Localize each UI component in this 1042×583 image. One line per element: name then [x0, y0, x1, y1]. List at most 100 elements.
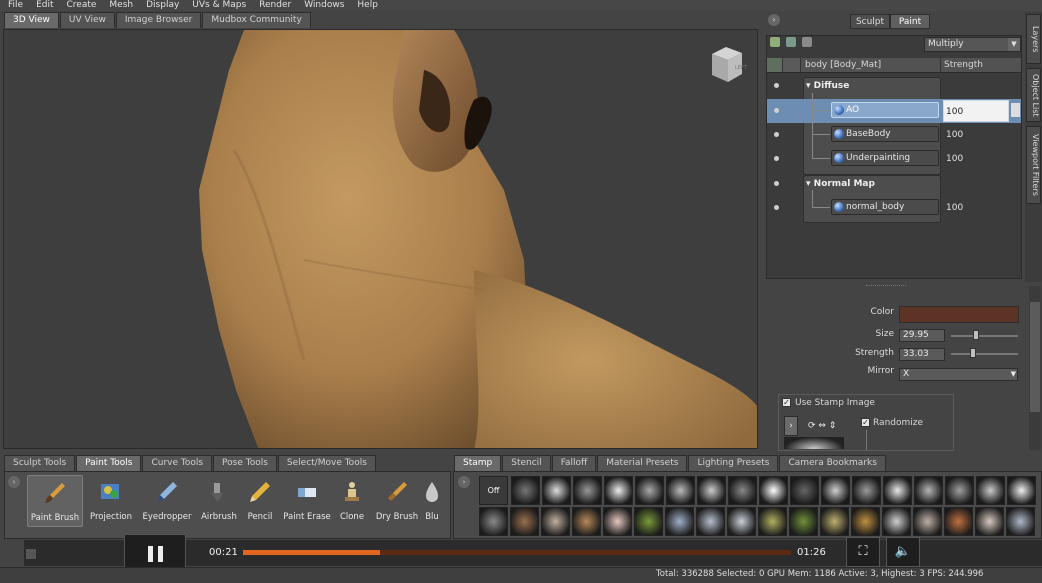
stamp-thumbnail[interactable]	[479, 507, 508, 536]
randomize-checkbox[interactable]: ✓	[861, 418, 870, 427]
view-cube[interactable]: LEFT	[704, 42, 748, 86]
tool-eyedropper[interactable]: Eyedropper	[139, 475, 195, 527]
tray-menu-icon[interactable]: ›	[458, 476, 470, 488]
delete-layer-icon[interactable]	[802, 37, 812, 47]
menu-render[interactable]: Render	[259, 0, 291, 11]
splitter-handle[interactable]	[866, 285, 906, 288]
strength-slider-thumb[interactable]	[970, 348, 977, 358]
tool-blur[interactable]: Blu	[415, 475, 449, 527]
menu-file[interactable]: File	[8, 0, 23, 11]
stamp-thumbnail[interactable]	[883, 476, 912, 505]
layer-chip-underpainting[interactable]: Underpainting	[831, 150, 939, 166]
stamp-thumbnail[interactable]	[728, 476, 757, 505]
tab-3d-view[interactable]: 3D View	[4, 12, 59, 28]
stamp-off[interactable]: Off	[479, 476, 508, 505]
properties-scrollbar[interactable]	[1029, 286, 1041, 450]
tool-paint-brush[interactable]: Paint Brush	[27, 475, 83, 527]
stamp-thumbnail[interactable]	[789, 507, 818, 536]
group-name-normal-map[interactable]: ▾ Normal Map	[806, 179, 875, 189]
stamp-thumbnail[interactable]	[604, 476, 633, 505]
tool-projection[interactable]: Projection	[83, 475, 139, 527]
visibility-dot-icon[interactable]	[774, 108, 779, 113]
new-layer-icon[interactable]	[770, 37, 780, 47]
strength-slider[interactable]	[951, 353, 1018, 355]
stamp-thumbnail[interactable]	[603, 507, 632, 536]
menu-windows[interactable]: Windows	[304, 0, 344, 11]
visibility-dot-icon[interactable]	[774, 205, 779, 210]
lock-header-icon[interactable]	[783, 58, 801, 72]
side-tab-viewport-filters[interactable]: Viewport Filters	[1026, 126, 1041, 204]
stamp-thumbnail[interactable]	[573, 476, 602, 505]
sculpt-mode-button[interactable]: Sculpt	[850, 14, 890, 29]
stamp-thumbnail[interactable]	[542, 476, 571, 505]
stamp-thumbnail[interactable]	[945, 476, 974, 505]
strength-field[interactable]: 33.03	[899, 348, 945, 361]
fullscreen-button[interactable]: ⛶	[846, 537, 880, 567]
tab-stamp[interactable]: Stamp	[454, 455, 502, 471]
scrollbar-thumb[interactable]	[1030, 302, 1040, 412]
size-input[interactable]: 29.95	[899, 329, 945, 342]
size-slider[interactable]	[951, 335, 1018, 337]
use-stamp-checkbox[interactable]: ✓	[782, 398, 791, 407]
scroll-left-icon[interactable]	[26, 549, 36, 559]
stamp-thumbnail[interactable]	[914, 476, 943, 505]
visibility-dot-icon[interactable]	[774, 181, 779, 186]
blend-mode-select[interactable]: Multiply ▼	[924, 37, 1021, 52]
stamp-menu-icon[interactable]: ›	[784, 416, 798, 436]
stamp-thumbnail[interactable]	[976, 476, 1005, 505]
tab-paint-tools[interactable]: Paint Tools	[76, 455, 142, 471]
tab-select-move-tools[interactable]: Select/Move Tools	[277, 455, 376, 471]
menu-edit[interactable]: Edit	[36, 0, 53, 11]
stamp-thumbnail[interactable]	[758, 507, 787, 536]
side-tab-layers[interactable]: Layers	[1026, 14, 1041, 64]
mirror-select[interactable]: X ▼	[899, 368, 1018, 381]
stamp-thumbnail[interactable]	[727, 507, 756, 536]
visibility-dot-icon[interactable]	[774, 156, 779, 161]
stamp-thumbnail[interactable]	[759, 476, 788, 505]
stamp-thumbnail[interactable]	[634, 507, 663, 536]
menu-create[interactable]: Create	[67, 0, 97, 11]
rotate-flip-icons[interactable]: ⟳ ⇔ ⇕	[808, 421, 836, 431]
stamp-thumbnail[interactable]	[944, 507, 973, 536]
tab-pose-tools[interactable]: Pose Tools	[213, 455, 277, 471]
tab-falloff[interactable]: Falloff	[551, 455, 597, 471]
stamp-thumbnail[interactable]	[975, 507, 1004, 536]
stamp-thumbnail[interactable]	[511, 476, 540, 505]
menu-help[interactable]: Help	[357, 0, 378, 11]
group-name-diffuse[interactable]: ▾ Diffuse	[806, 81, 849, 91]
stamp-thumbnail[interactable]	[821, 476, 850, 505]
paint-mode-button[interactable]: Paint	[890, 14, 930, 29]
seek-bar[interactable]	[243, 550, 791, 555]
stamp-thumbnail[interactable]	[666, 476, 695, 505]
menu-mesh[interactable]: Mesh	[109, 0, 133, 11]
size-slider-thumb[interactable]	[973, 330, 980, 340]
strength-spinner[interactable]	[1011, 103, 1020, 117]
tab-material-presets[interactable]: Material Presets	[597, 455, 688, 471]
stamp-thumbnail[interactable]	[820, 507, 849, 536]
stamp-thumbnail[interactable]	[635, 476, 664, 505]
volume-button[interactable]: 🔈	[886, 537, 920, 567]
tray-menu-icon[interactable]: ›	[8, 476, 20, 488]
stamp-thumbnail[interactable]	[541, 507, 570, 536]
visibility-dot-icon[interactable]	[774, 132, 779, 137]
stamp-thumbnail[interactable]	[882, 507, 911, 536]
stamp-thumbnail[interactable]	[852, 476, 881, 505]
side-tab-object-list[interactable]: Object List	[1026, 68, 1041, 122]
tab-curve-tools[interactable]: Curve Tools	[142, 455, 213, 471]
stamp-thumbnail[interactable]	[851, 507, 880, 536]
stamp-thumbnail[interactable]	[1006, 507, 1035, 536]
stamp-thumbnail[interactable]	[572, 507, 601, 536]
tab-stencil[interactable]: Stencil	[502, 455, 551, 471]
stamp-thumbnail[interactable]	[665, 507, 694, 536]
stamp-thumbnail[interactable]	[790, 476, 819, 505]
stamp-thumbnail[interactable]	[913, 507, 942, 536]
3d-viewport[interactable]: LEFT	[3, 29, 758, 449]
tab-camera-bookmarks[interactable]: Camera Bookmarks	[779, 455, 886, 471]
tab-uv-view[interactable]: UV View	[59, 12, 115, 28]
visibility-dot-icon[interactable]	[774, 83, 779, 88]
tab-sculpt-tools[interactable]: Sculpt Tools	[4, 455, 76, 471]
import-layer-icon[interactable]	[786, 37, 796, 47]
layer-chip-normal-body[interactable]: normal_body	[831, 199, 939, 215]
stamp-thumbnail[interactable]	[697, 476, 726, 505]
menu-display[interactable]: Display	[146, 0, 179, 11]
